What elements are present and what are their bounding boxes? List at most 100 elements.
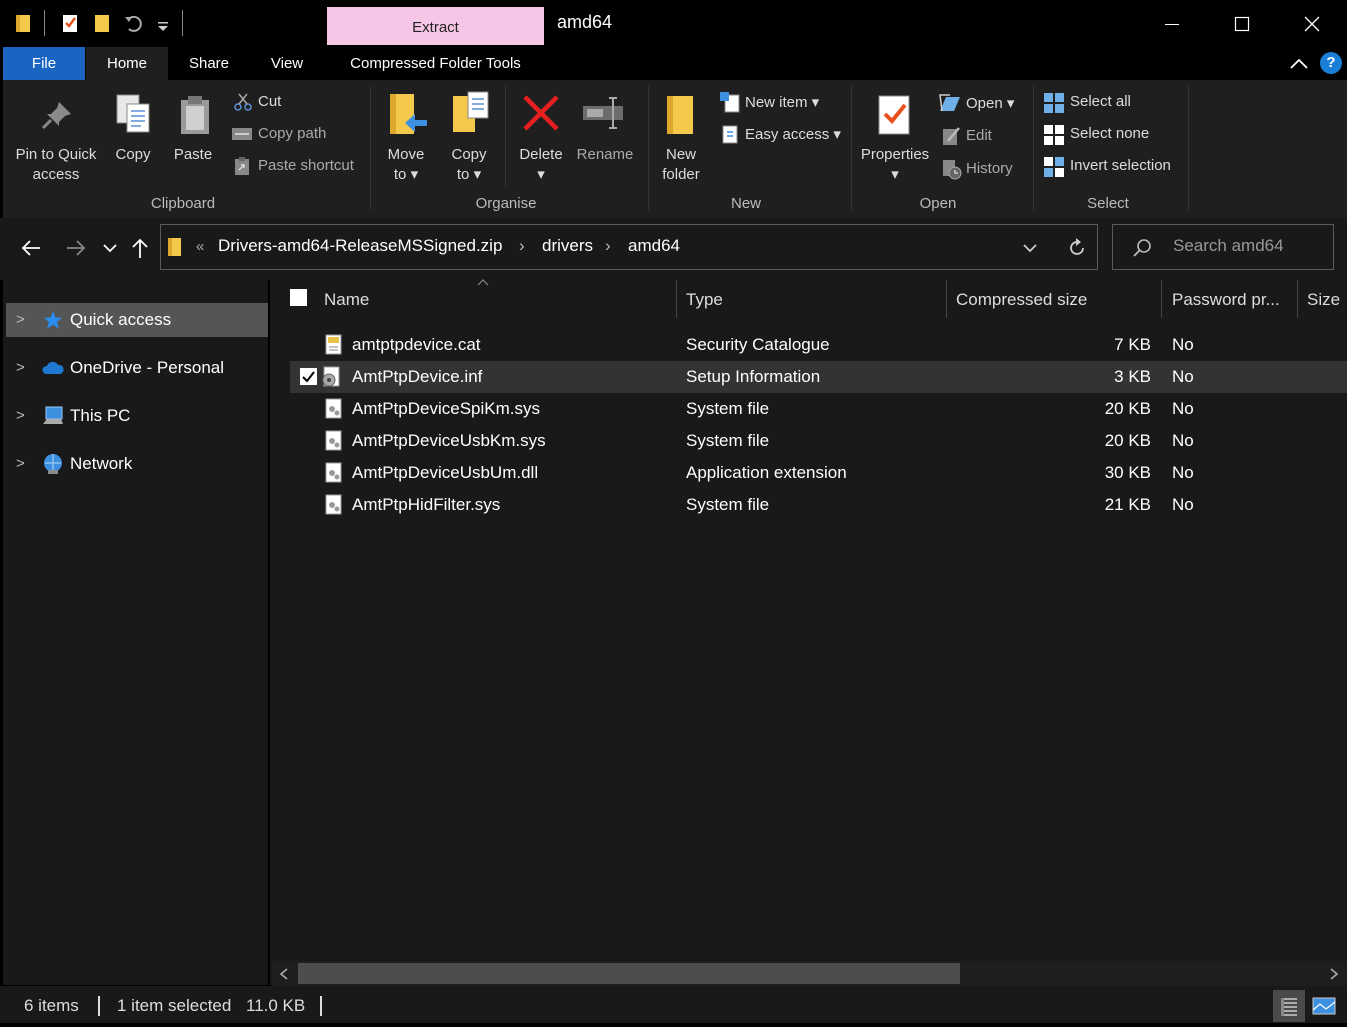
file-name: AmtPtpDeviceUsbUm.dll bbox=[352, 463, 539, 482]
breadcrumb-zip[interactable]: Drivers-amd64-ReleaseMSSigned.zip bbox=[218, 236, 502, 256]
table-row[interactable]: amtptpdevice.cat Security Catalogue 7 KB… bbox=[290, 329, 1347, 361]
catalog-file-icon bbox=[325, 334, 342, 355]
cut-icon bbox=[234, 93, 252, 111]
nav-item-this-pc[interactable]: > This PC bbox=[6, 399, 268, 433]
paste-shortcut-button[interactable]: Paste shortcut bbox=[258, 157, 354, 174]
delete-button[interactable]: Delete ▾ bbox=[511, 145, 571, 185]
maximize-button[interactable] bbox=[1207, 0, 1277, 47]
nav-item-network[interactable]: > Network bbox=[6, 447, 268, 481]
pin-icon bbox=[41, 102, 71, 130]
close-button[interactable] bbox=[1277, 0, 1347, 47]
folder-icon[interactable] bbox=[13, 12, 33, 34]
breadcrumb-separator-icon[interactable]: › bbox=[605, 236, 611, 256]
select-all-checkbox[interactable] bbox=[290, 289, 307, 306]
file-type: Setup Information bbox=[686, 367, 821, 386]
file-type: System file bbox=[686, 399, 770, 418]
column-header-compressed-size[interactable]: Compressed size bbox=[956, 290, 1087, 310]
item-count: 6 items bbox=[24, 996, 79, 1015]
details-view-button[interactable] bbox=[1273, 990, 1305, 1022]
nav-item-quick-access[interactable]: > Quick access bbox=[6, 303, 268, 337]
column-header-type[interactable]: Type bbox=[686, 290, 723, 310]
chevron-right-icon[interactable]: > bbox=[16, 311, 25, 328]
cut-button[interactable]: Cut bbox=[258, 93, 281, 110]
recent-locations-icon[interactable] bbox=[101, 240, 119, 256]
easy-access-button[interactable]: Easy access ▾ bbox=[745, 125, 841, 143]
clipboard-group-label: Clipboard bbox=[150, 195, 216, 212]
table-row[interactable]: AmtPtpHidFilter.sys System file 21 KB No bbox=[290, 489, 1347, 521]
new-item-button[interactable]: New item ▾ bbox=[745, 93, 819, 111]
customize-toolbar-icon[interactable] bbox=[153, 12, 173, 34]
column-header-size[interactable]: Size bbox=[1307, 290, 1340, 310]
chevron-right-icon[interactable]: > bbox=[16, 359, 25, 376]
edit-button[interactable]: Edit bbox=[966, 127, 992, 144]
horizontal-scrollbar[interactable] bbox=[272, 961, 1347, 986]
system-file-icon bbox=[325, 494, 342, 515]
file-name: amtptpdevice.cat bbox=[352, 335, 481, 354]
back-icon[interactable] bbox=[20, 238, 42, 258]
file-compressed-size: 20 KB bbox=[1104, 399, 1151, 418]
table-row-selected[interactable]: AmtPtpDevice.inf Setup Information 3 KB … bbox=[290, 361, 1347, 393]
history-button[interactable]: History bbox=[966, 160, 1013, 177]
tab-share[interactable]: Share bbox=[170, 47, 248, 80]
selection-size: 11.0 KB bbox=[246, 996, 306, 1015]
new-folder-icon[interactable] bbox=[92, 12, 112, 34]
refresh-icon[interactable] bbox=[1066, 237, 1088, 259]
tab-home[interactable]: Home bbox=[86, 47, 168, 80]
paste-icon bbox=[181, 96, 209, 134]
large-icons-view-button[interactable] bbox=[1308, 990, 1340, 1022]
file-type: Security Catalogue bbox=[686, 335, 830, 354]
breadcrumb-drivers[interactable]: drivers bbox=[542, 236, 593, 256]
properties-button[interactable]: Properties ▾ bbox=[855, 145, 935, 185]
chevron-right-icon[interactable]: > bbox=[16, 407, 25, 424]
column-header-password-protected[interactable]: Password pr... bbox=[1172, 290, 1280, 310]
breadcrumb-amd64[interactable]: amd64 bbox=[628, 236, 680, 256]
file-password: No bbox=[1172, 367, 1194, 386]
copy-to-button[interactable]: Copy to ▾ bbox=[439, 145, 499, 185]
collapse-ribbon-icon[interactable] bbox=[1289, 57, 1309, 71]
tab-file[interactable]: File bbox=[3, 47, 85, 80]
search-icon bbox=[1133, 239, 1151, 257]
status-divider bbox=[320, 996, 322, 1016]
move-to-button[interactable]: Move to ▾ bbox=[376, 145, 436, 185]
delete-dropdown-icon: ▾ bbox=[537, 166, 545, 183]
pin-to-quick-access-button[interactable]: Pin to Quick access bbox=[11, 145, 101, 185]
table-row[interactable]: AmtPtpDeviceUsbUm.dll Application extens… bbox=[290, 457, 1347, 489]
folder-icon bbox=[168, 238, 181, 256]
dll-file-icon bbox=[325, 462, 342, 483]
scroll-right-icon[interactable] bbox=[1328, 967, 1340, 981]
help-icon[interactable]: ? bbox=[1320, 52, 1342, 74]
new-folder-button[interactable]: New folder bbox=[653, 145, 709, 185]
address-dropdown-icon[interactable] bbox=[1021, 241, 1039, 255]
copy-path-button[interactable]: Copy path bbox=[258, 125, 326, 142]
table-row[interactable]: AmtPtpDeviceSpiKm.sys System file 20 KB … bbox=[290, 393, 1347, 425]
properties-icon[interactable] bbox=[60, 12, 80, 34]
chevron-right-icon[interactable]: > bbox=[16, 455, 25, 472]
computer-icon bbox=[43, 406, 63, 424]
copy-to-icon bbox=[453, 91, 489, 132]
nav-item-onedrive[interactable]: > OneDrive - Personal bbox=[6, 351, 268, 385]
scrollbar-thumb[interactable] bbox=[298, 963, 960, 984]
forward-icon[interactable] bbox=[65, 238, 87, 258]
breadcrumb-overflow[interactable]: « bbox=[196, 238, 204, 255]
tab-compressed-folder-tools[interactable]: Compressed Folder Tools bbox=[327, 47, 544, 80]
tab-view[interactable]: View bbox=[250, 47, 324, 80]
nav-item-label: Network bbox=[70, 454, 133, 473]
copy-button[interactable]: Copy bbox=[108, 145, 158, 165]
select-none-button[interactable]: Select none bbox=[1070, 125, 1149, 142]
column-header-name[interactable]: Name bbox=[324, 290, 369, 310]
undo-icon[interactable] bbox=[123, 12, 143, 34]
table-row[interactable]: AmtPtpDeviceUsbKm.sys System file 20 KB … bbox=[290, 425, 1347, 457]
easy-access-icon bbox=[722, 125, 738, 144]
file-type: System file bbox=[686, 431, 770, 450]
rename-button[interactable]: Rename bbox=[573, 145, 637, 165]
minimize-button[interactable] bbox=[1137, 0, 1207, 47]
row-checkbox-checked[interactable] bbox=[300, 368, 317, 385]
open-button[interactable]: Open ▾ bbox=[966, 94, 1014, 112]
move-to-icon bbox=[390, 94, 427, 134]
scroll-left-icon[interactable] bbox=[278, 967, 290, 981]
up-icon[interactable] bbox=[130, 236, 150, 260]
breadcrumb-separator-icon[interactable]: › bbox=[519, 236, 525, 256]
paste-button[interactable]: Paste bbox=[168, 145, 218, 165]
select-all-button[interactable]: Select all bbox=[1070, 93, 1131, 110]
invert-selection-button[interactable]: Invert selection bbox=[1070, 157, 1171, 174]
